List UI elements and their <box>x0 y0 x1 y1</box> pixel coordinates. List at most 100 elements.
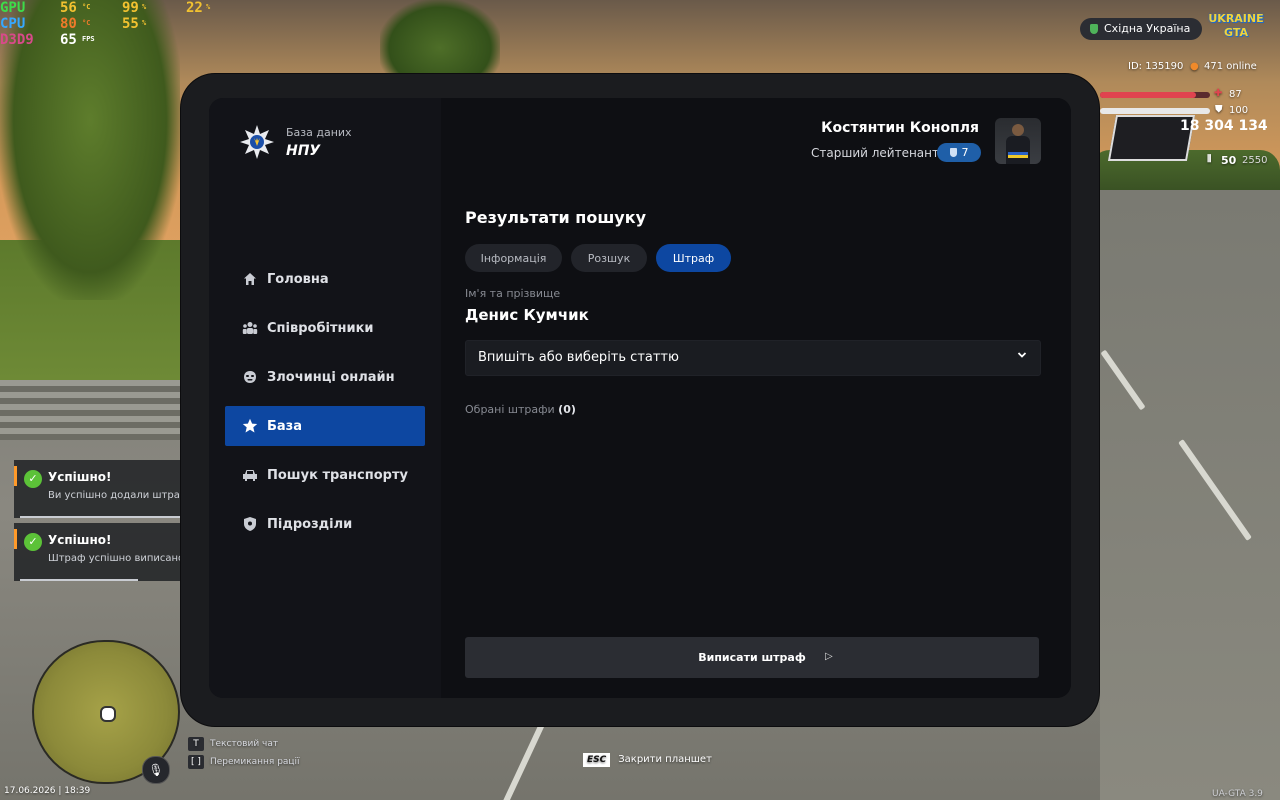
esc-key: ESC <box>583 753 611 767</box>
notification-accent <box>14 466 17 486</box>
sidebar-item-label: Головна <box>267 271 329 287</box>
gpu-clock: 22 <box>186 0 203 16</box>
chosen-fines: Обрані штрафи (0) <box>465 403 576 416</box>
sidebar-item-employees[interactable]: Співробітники <box>225 308 425 348</box>
user-name: Костянтин Конопля <box>821 120 979 136</box>
brand-caption: База даних <box>286 126 352 139</box>
page-title: Результати пошуку <box>465 208 647 227</box>
notification-accent <box>14 529 17 549</box>
microphone-icon[interactable]: 🎙 <box>142 756 170 784</box>
shield-icon <box>949 148 957 157</box>
notification-title: Успішно! <box>48 470 112 484</box>
hint-text-chat: T Текстовий чат <box>188 737 278 751</box>
hint-key: T <box>188 737 204 751</box>
car-icon <box>241 466 259 484</box>
gpu-clock-unit: % <box>206 3 211 11</box>
health-value: 87 <box>1229 89 1242 100</box>
chosen-fines-label: Обрані штрафи <box>465 403 555 416</box>
notification-progress <box>20 579 138 581</box>
tablet-screen: База даних НПУ Головна Співробітники Зло… <box>209 98 1071 698</box>
sidebar: База даних НПУ Головна Співробітники Зло… <box>209 98 441 698</box>
gpu-label: GPU <box>0 0 26 16</box>
name-label: Ім'я та прізвище <box>465 287 561 300</box>
health-bar <box>1100 92 1196 98</box>
mouse-cursor-icon: ▷ <box>825 651 833 662</box>
ammo-icon: ⦀ <box>1207 154 1212 165</box>
sidebar-item-divisions[interactable]: Підрозділи <box>225 504 425 544</box>
star-icon <box>241 417 259 435</box>
cpu-load-unit: % <box>142 19 147 27</box>
rank-level-badge: 7 <box>937 143 981 162</box>
date-time: 17.06.2026 | 18:39 <box>4 786 91 796</box>
sidebar-item-label: База <box>267 418 303 434</box>
rank-level: 7 <box>961 146 969 159</box>
armor-value: 100 <box>1229 105 1249 116</box>
server-region: Східна Україна <box>1104 22 1191 35</box>
police-tablet: База даних НПУ Головна Співробітники Зло… <box>181 74 1099 726</box>
player-id: ID: 135190 <box>1128 61 1184 72</box>
shield-icon <box>1090 24 1098 34</box>
chevron-down-icon <box>1016 349 1028 364</box>
brand-name: НПУ <box>286 143 321 159</box>
issue-fine-button[interactable]: Виписати штраф <box>465 637 1039 678</box>
notification-title: Успішно! <box>48 533 112 547</box>
sidebar-item-label: Злочинці онлайн <box>267 369 395 385</box>
flame-icon: ● <box>1190 61 1199 72</box>
people-icon <box>241 319 259 337</box>
sidebar-item-criminals-online[interactable]: Злочинці онлайн <box>225 357 425 397</box>
sidebar-item-vehicle-search[interactable]: Пошук транспорту <box>225 455 425 495</box>
gpu-temp-unit: °C <box>82 3 91 11</box>
armor-icon: ⛊ <box>1215 104 1223 115</box>
fps-value: 65 <box>60 32 77 48</box>
hint-radio: [ ] Перемикання рації <box>188 755 300 769</box>
gpu-temp: 56 <box>60 0 77 16</box>
money-value: 18 304 134 <box>1180 118 1268 134</box>
online-count: 471 online <box>1204 61 1257 72</box>
sidebar-item-database[interactable]: База <box>225 406 425 446</box>
notification-text: Ви успішно додали штраф <box>48 490 189 501</box>
article-select[interactable]: Впишіть або виберіть статтю <box>465 340 1041 376</box>
sidebar-item-label: Співробітники <box>267 320 374 336</box>
guard-rail <box>0 380 180 440</box>
gpu-load-unit: % <box>142 3 147 11</box>
tree-top <box>380 0 500 80</box>
article-select-value: Впишіть або виберіть статтю <box>478 350 679 365</box>
tab-fine[interactable]: Штраф <box>656 244 731 272</box>
cpu-load: 55 <box>122 16 139 32</box>
game-version: UA-GTA 3.9 <box>1212 789 1263 799</box>
notification-text: Штраф успішно виписано <box>48 553 185 564</box>
player-marker-icon <box>100 706 116 722</box>
close-tablet-hint[interactable]: ESC Закрити планшет <box>583 753 712 767</box>
cpu-label: CPU <box>0 16 26 32</box>
cpu-temp-unit: °C <box>82 19 91 27</box>
gpu-load: 99 <box>122 0 139 16</box>
fps-unit: FPS <box>82 35 95 43</box>
tab-wanted[interactable]: Розшук <box>571 244 647 272</box>
person-name: Денис Кумчик <box>465 306 589 324</box>
close-tablet-label: Закрити планшет <box>618 754 712 765</box>
sidebar-item-label: Пошук транспорту <box>267 467 408 483</box>
d3d-label: D3D9 <box>0 32 34 48</box>
police-badge-icon <box>240 125 274 159</box>
chosen-fines-count: (0) <box>558 403 576 416</box>
ammo-clip: 50 <box>1221 154 1237 167</box>
avatar <box>995 118 1041 164</box>
armor-bar <box>1100 108 1210 114</box>
tab-information[interactable]: Інформація <box>465 244 562 272</box>
hint-label: Перемикання рації <box>210 757 300 767</box>
heart-icon: ✚ <box>1214 88 1223 99</box>
cpu-temp: 80 <box>60 16 77 32</box>
shield-icon <box>241 515 259 533</box>
ammo-total: 2550 <box>1242 155 1268 166</box>
sidebar-item-label: Підрозділи <box>267 516 353 532</box>
main-panel: Костянтин Конопля Старший лейтенант 7 Ре… <box>441 98 1071 698</box>
sidebar-item-home[interactable]: Головна <box>225 259 425 299</box>
check-icon: ✓ <box>24 470 42 488</box>
hint-key: [ ] <box>188 755 204 769</box>
mask-icon <box>241 368 259 386</box>
user-rank: Старший лейтенант <box>811 146 939 160</box>
server-region-badge: Східна Україна <box>1080 18 1203 40</box>
road-right <box>1100 190 1280 800</box>
check-icon: ✓ <box>24 533 42 551</box>
home-icon <box>241 270 259 288</box>
